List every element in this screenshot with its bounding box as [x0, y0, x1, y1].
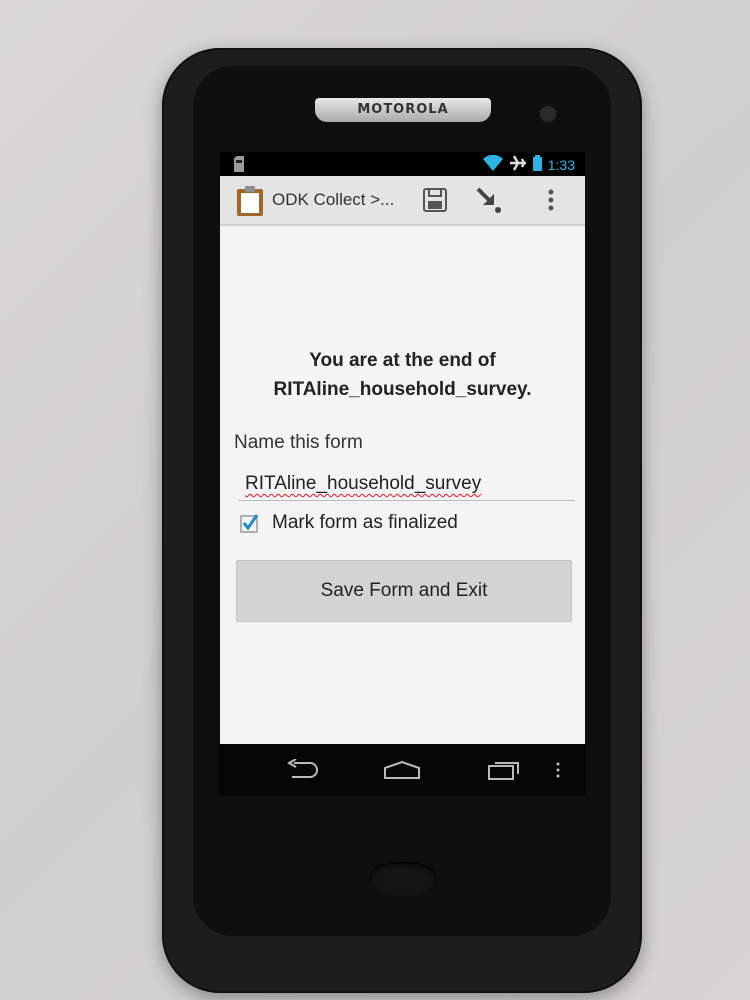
front-camera — [540, 106, 556, 122]
finalize-checkbox-row[interactable]: Mark form as finalized — [240, 512, 458, 534]
app-title[interactable]: ODK Collect >... — [272, 190, 394, 210]
physical-home-button[interactable] — [370, 862, 436, 898]
back-icon[interactable] — [282, 756, 322, 784]
status-bar: 1:33 — [220, 152, 585, 176]
home-icon[interactable] — [382, 756, 422, 784]
finalize-label: Mark form as finalized — [272, 512, 458, 533]
action-bar: ODK Collect >... — [220, 176, 585, 226]
end-message-line1: You are at the end of — [309, 350, 496, 371]
wifi-icon — [482, 154, 503, 174]
recent-apps-icon[interactable] — [484, 756, 524, 784]
menu-icon[interactable] — [548, 756, 568, 784]
airplane-icon — [509, 155, 527, 174]
screen: 1:33 ODK Collect >... You are at the end… — [220, 152, 585, 744]
form-name-value: RITAline_household_survey — [245, 473, 482, 494]
end-of-form-message: You are at the end of RITAline_household… — [220, 346, 585, 404]
form-end-view: You are at the end of RITAline_household… — [220, 226, 585, 744]
finalize-checkbox[interactable] — [240, 513, 260, 533]
save-icon[interactable] — [418, 184, 452, 216]
end-message-line2: RITAline_household_survey. — [273, 379, 532, 400]
sd-card-icon — [234, 156, 244, 172]
battery-icon — [532, 155, 542, 174]
brand-logo: MOTOROLA — [315, 98, 491, 122]
name-form-label: Name this form — [234, 432, 363, 453]
clipboard-icon[interactable] — [236, 186, 264, 216]
jump-icon[interactable] — [472, 184, 506, 216]
navigation-bar — [218, 744, 586, 796]
overflow-menu-icon[interactable] — [534, 184, 568, 216]
save-form-and-exit-button[interactable]: Save Form and Exit — [236, 560, 572, 622]
form-name-input[interactable]: RITAline_household_survey — [238, 470, 575, 501]
status-time: 1:33 — [547, 156, 575, 173]
